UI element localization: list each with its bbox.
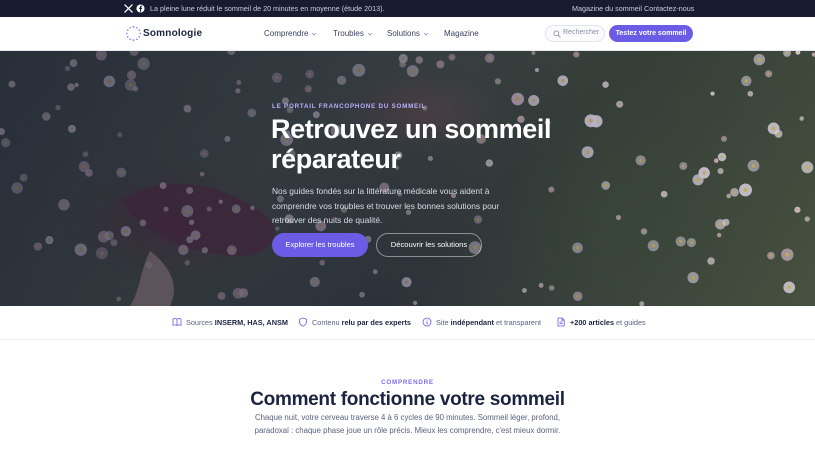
section-eyebrow: COMPRENDRE	[381, 379, 434, 386]
chevron-down-icon	[312, 32, 317, 36]
trust-strong: relu par des experts	[341, 318, 411, 327]
trust-prefix: Site	[436, 318, 451, 327]
info-icon	[422, 317, 432, 327]
trust-strong: +200 articles	[570, 318, 615, 327]
nav-item-magazine[interactable]: Magazine	[444, 29, 479, 38]
nav-label: Solutions	[387, 29, 420, 38]
hero-overlay	[0, 51, 815, 306]
x-icon[interactable]	[124, 4, 133, 13]
nav-item-solutions[interactable]: Solutions	[387, 29, 429, 38]
nav-label: Comprendre	[264, 29, 309, 38]
book-icon	[172, 318, 182, 327]
trust-item-articles: +200 articles et guides	[570, 318, 646, 327]
search-placeholder: Rechercher	[563, 29, 600, 36]
trust-strong: INSERM, HAS, ANSM	[214, 318, 288, 327]
facebook-icon[interactable]	[136, 4, 145, 13]
trust-item-independent: Site indépendant et transparent	[436, 318, 541, 327]
trust-suffix: et guides	[614, 318, 646, 327]
top-bar: La pleine lune réduit le sommeil de 20 m…	[0, 0, 815, 17]
hero-lead: Nos guides fondés sur la littérature méd…	[272, 186, 500, 226]
trust-item-experts: Contenu relu par des experts	[312, 318, 411, 327]
topbar-link-contact[interactable]: Contactez-nous	[644, 4, 694, 13]
trust-prefix: Sources	[186, 318, 215, 327]
section-lead: Chaque nuit, votre cerveau traverse 4 à …	[254, 413, 561, 436]
section-title: Comment fonctionne votre sommeil	[250, 389, 565, 410]
nav-item-troubles[interactable]: Troubles	[333, 29, 373, 38]
topbar-link-magazine[interactable]: Magazine du sommeil	[572, 4, 642, 13]
chevron-down-icon	[423, 32, 429, 36]
topbar-notice: La pleine lune réduit le sommeil de 20 m…	[150, 4, 385, 13]
trust-strip: Sources INSERM, HAS, ANSM Contenu relu p…	[0, 306, 815, 340]
trust-prefix: Contenu	[312, 318, 342, 327]
trust-suffix: et transparent	[494, 318, 542, 327]
explore-troubles-button[interactable]: Explorer les troubles	[272, 233, 368, 257]
hero-banner: LE PORTAIL FRANCOPHONE DU SOMMEIL Retrou…	[0, 51, 815, 306]
logo-icon[interactable]	[125, 25, 142, 42]
test-sleep-button[interactable]: Testez votre sommeil	[609, 25, 693, 42]
shield-icon	[299, 317, 307, 327]
brand-name[interactable]: Somnologie	[143, 28, 202, 39]
nav-label: Magazine	[444, 29, 479, 38]
nav-item-comprendre[interactable]: Comprendre	[264, 29, 317, 38]
trust-item-sources: Sources INSERM, HAS, ANSM	[186, 318, 288, 327]
nav-label: Troubles	[333, 29, 364, 38]
discover-solutions-button[interactable]: Découvrir les solutions	[376, 233, 482, 257]
search-icon	[553, 30, 561, 38]
trust-strong: indépendant	[450, 318, 494, 327]
document-icon	[557, 317, 565, 327]
hero-eyebrow: LE PORTAIL FRANCOPHONE DU SOMMEIL	[272, 103, 427, 110]
chevron-down-icon	[367, 32, 373, 36]
search-input[interactable]: Rechercher	[545, 25, 605, 42]
site-header: Somnologie Comprendre Troubles Solutions…	[0, 17, 815, 51]
hero-title: Retrouvez un sommeil réparateur	[271, 114, 552, 174]
